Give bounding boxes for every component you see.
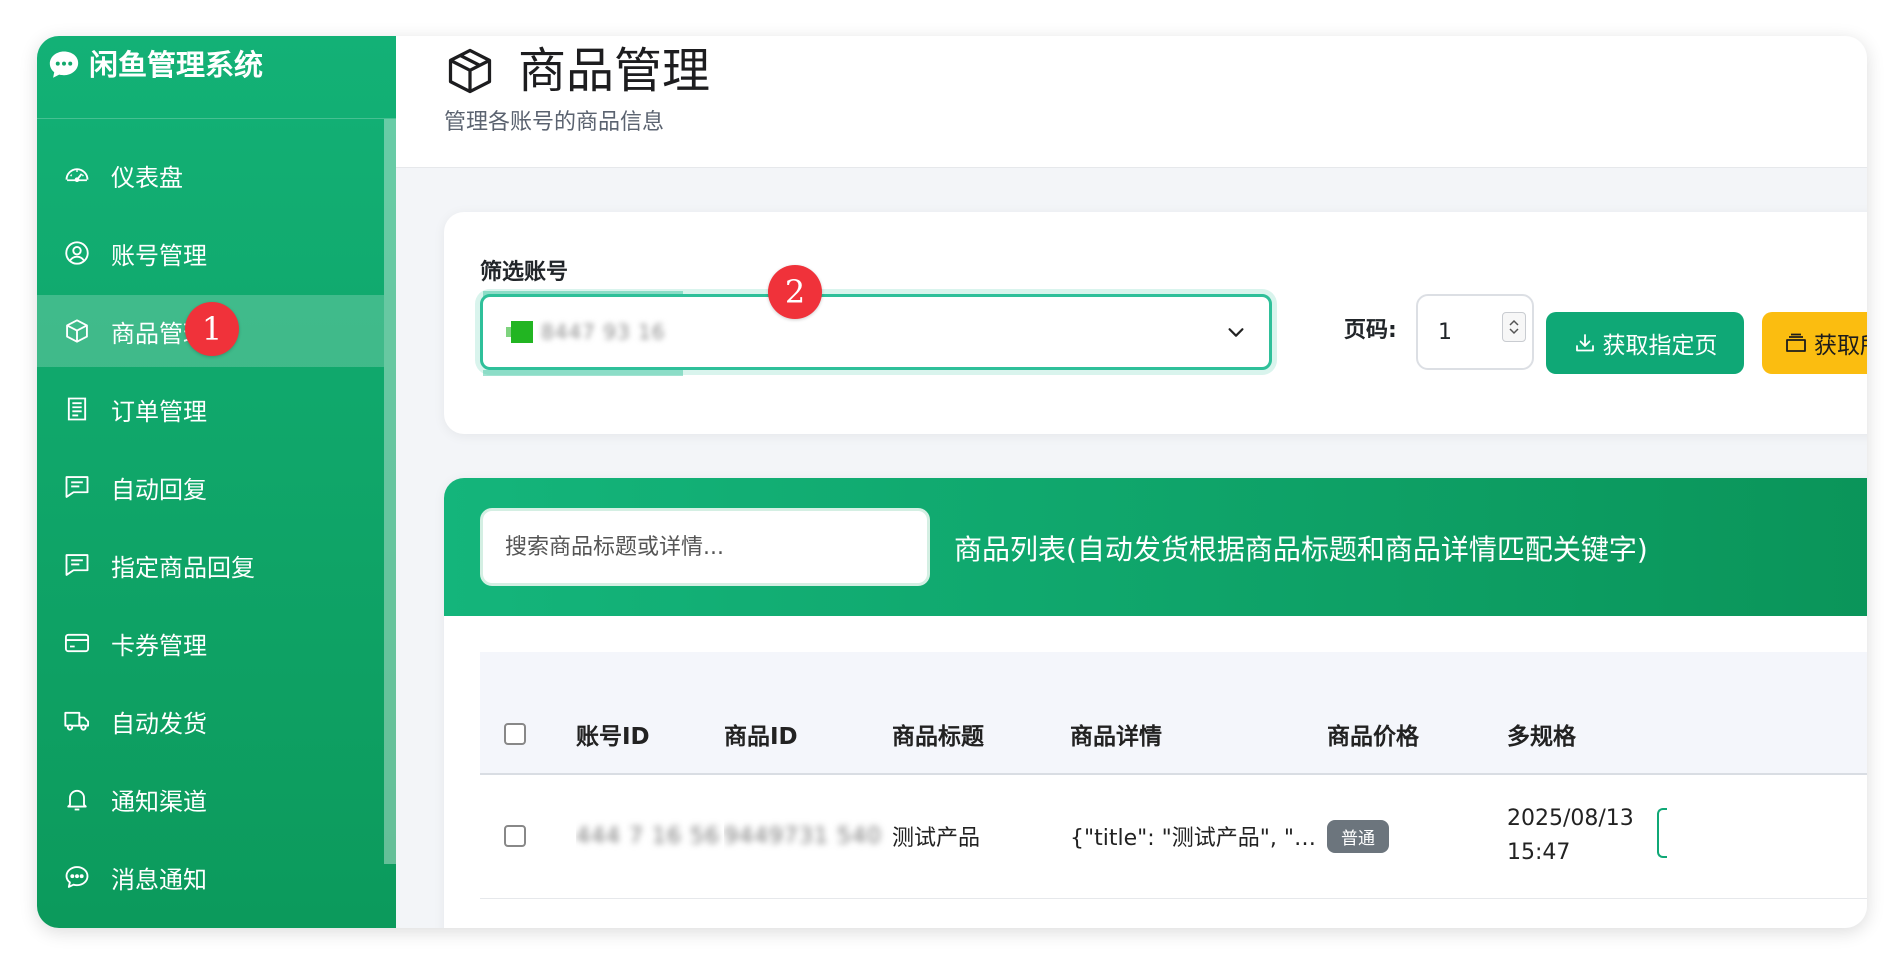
price-cell: 普通 bbox=[1327, 774, 1507, 898]
fetch-all-button[interactable]: 获取所 bbox=[1762, 312, 1867, 374]
account-avatar bbox=[506, 321, 533, 343]
user-circle-icon bbox=[63, 239, 91, 267]
dashboard-icon bbox=[63, 161, 91, 189]
annotation-marker-1: 1 bbox=[185, 302, 239, 356]
product-list-title: 商品列表(自动发货根据商品标题和商品详情匹配关键字) bbox=[954, 533, 1648, 566]
receipt-icon bbox=[63, 395, 91, 423]
column-header-multi-spec[interactable]: 多规格 bbox=[1507, 652, 1657, 774]
sidebar-item-label: 指定商品回复 bbox=[111, 553, 255, 582]
table-header-row: 账号ID 商品ID 商品标题 商品详情 商品价格 多规格 bbox=[480, 652, 1867, 774]
time-date: 2025/08/13 bbox=[1507, 806, 1634, 832]
sidebar-nav: 仪表盘 账号管理 商品管理 订单管理 自动回复 指定商品回复 卡券管理 自动发货… bbox=[37, 139, 396, 913]
account-select-value: 8447 93 16 bbox=[541, 320, 666, 344]
sidebar-item-dashboard[interactable]: 仪表盘 bbox=[37, 139, 384, 211]
chat-dots-icon bbox=[49, 51, 79, 78]
account-id-cell: 444 7 16 56 bbox=[576, 774, 724, 898]
sidebar-item-label: 通知渠道 bbox=[111, 787, 207, 816]
app-title: 闲鱼管理系统 bbox=[89, 48, 264, 82]
row-action-button[interactable] bbox=[1657, 808, 1667, 859]
time-cell: 2025/08/13 15:47 bbox=[1507, 774, 1657, 898]
sidebar: 闲鱼管理系统 仪表盘 账号管理 商品管理 订单管理 自动回复 指定商品回复 卡券… bbox=[37, 36, 396, 928]
chevron-down-icon bbox=[1228, 328, 1244, 337]
sidebar-scrollbar-thumb[interactable] bbox=[384, 119, 396, 864]
product-table: 账号ID 商品ID 商品标题 商品详情 商品价格 多规格 444 7 16 56… bbox=[480, 652, 1867, 899]
sidebar-item-label: 自动发货 bbox=[111, 709, 207, 738]
account-select[interactable]: 8447 93 16 bbox=[480, 291, 1272, 376]
main-content: 商品管理 管理各账号的商品信息 筛选账号 8447 93 16 页码: 1 获取… bbox=[396, 36, 1867, 928]
product-list-header: 商品列表(自动发货根据商品标题和商品详情匹配关键字) bbox=[444, 478, 1867, 616]
sidebar-item-item-reply[interactable]: 指定商品回复 bbox=[37, 529, 384, 601]
chat-dots-icon bbox=[63, 863, 91, 891]
card-icon bbox=[63, 629, 91, 657]
sidebar-item-accounts[interactable]: 账号管理 bbox=[37, 217, 384, 289]
chat-lines-icon bbox=[63, 473, 91, 501]
table-row: 444 7 16 56 9449731 540 测试产品 {"title": "… bbox=[480, 774, 1867, 898]
sidebar-scrollbar[interactable] bbox=[384, 119, 396, 864]
truck-icon bbox=[63, 707, 91, 735]
column-header-item-id[interactable]: 商品ID bbox=[724, 652, 892, 774]
title-row: 商品管理 bbox=[444, 40, 1867, 102]
product-list-card: 商品列表(自动发货根据商品标题和商品详情匹配关键字) 账号ID 商品ID 商品标… bbox=[444, 478, 1867, 928]
annotation-marker-2: 2 bbox=[768, 265, 822, 319]
filter-account-label: 筛选账号 bbox=[480, 260, 569, 285]
item-title: 测试产品 bbox=[892, 826, 981, 852]
item-details: {"title": "测试产品", "pri... bbox=[1070, 826, 1327, 852]
select-all-cell bbox=[480, 652, 576, 774]
page-number-stepper[interactable] bbox=[1502, 312, 1526, 342]
sidebar-item-label: 自动回复 bbox=[111, 475, 207, 504]
actions-cell bbox=[1657, 774, 1867, 898]
sidebar-item-notify-channels[interactable]: 通知渠道 bbox=[37, 763, 384, 835]
filter-card: 筛选账号 8447 93 16 页码: 获取指定页 获取所 bbox=[444, 212, 1867, 434]
sidebar-item-auto-reply[interactable]: 自动回复 bbox=[37, 451, 384, 523]
page-number-label: 页码: bbox=[1344, 318, 1397, 343]
row-checkbox[interactable] bbox=[504, 825, 526, 848]
time-clock: 15:47 bbox=[1507, 840, 1571, 866]
brand: 闲鱼管理系统 bbox=[37, 36, 396, 119]
page-subtitle: 管理各账号的商品信息 bbox=[444, 110, 665, 135]
item-id-cell: 9449731 540 bbox=[724, 774, 892, 898]
sidebar-item-label: 消息通知 bbox=[111, 865, 207, 894]
column-header-actions bbox=[1657, 652, 1867, 774]
select-focus-highlight bbox=[483, 370, 683, 376]
row-select-cell bbox=[480, 774, 576, 898]
item-id: 9449731 540 bbox=[724, 823, 882, 849]
app-window: 闲鱼管理系统 仪表盘 账号管理 商品管理 订单管理 自动回复 指定商品回复 卡券… bbox=[37, 36, 1867, 928]
page-title: 商品管理 bbox=[518, 43, 711, 99]
sidebar-item-label: 仪表盘 bbox=[111, 163, 183, 192]
product-search-input[interactable] bbox=[480, 508, 930, 586]
box-icon bbox=[63, 317, 91, 345]
column-header-price[interactable]: 商品价格 bbox=[1327, 652, 1507, 774]
fetch-all-label: 获取所 bbox=[1814, 332, 1867, 358]
sidebar-item-orders[interactable]: 订单管理 bbox=[37, 373, 384, 445]
column-header-title[interactable]: 商品标题 bbox=[892, 652, 1070, 774]
sidebar-item-label: 订单管理 bbox=[111, 397, 207, 426]
status-badge: 普通 bbox=[1327, 819, 1389, 853]
column-header-account-id[interactable]: 账号ID bbox=[576, 652, 724, 774]
download-icon bbox=[1575, 334, 1594, 352]
page-header: 商品管理 管理各账号的商品信息 bbox=[396, 36, 1867, 168]
chat-lines-icon bbox=[63, 551, 91, 579]
bell-icon bbox=[63, 785, 91, 813]
sidebar-item-label: 卡券管理 bbox=[111, 631, 207, 660]
sidebar-item-auto-delivery[interactable]: 自动发货 bbox=[37, 685, 384, 757]
fetch-page-button[interactable]: 获取指定页 bbox=[1546, 312, 1744, 374]
sidebar-item-messages[interactable]: 消息通知 bbox=[37, 841, 384, 913]
select-all-checkbox[interactable] bbox=[504, 722, 526, 745]
box-icon bbox=[448, 48, 492, 94]
fetch-page-label: 获取指定页 bbox=[1602, 332, 1718, 358]
column-header-details[interactable]: 商品详情 bbox=[1070, 652, 1327, 774]
chevron-up-icon[interactable] bbox=[1508, 319, 1520, 327]
product-table-wrap: 账号ID 商品ID 商品标题 商品详情 商品价格 多规格 444 7 16 56… bbox=[480, 652, 1867, 899]
collection-icon bbox=[1786, 333, 1806, 352]
sidebar-item-cards[interactable]: 卡券管理 bbox=[37, 607, 384, 679]
chevron-down-icon[interactable] bbox=[1508, 327, 1520, 335]
account-id: 444 7 16 56 bbox=[576, 823, 720, 849]
select-focus-highlight bbox=[483, 291, 683, 297]
sidebar-item-label: 账号管理 bbox=[111, 241, 207, 270]
